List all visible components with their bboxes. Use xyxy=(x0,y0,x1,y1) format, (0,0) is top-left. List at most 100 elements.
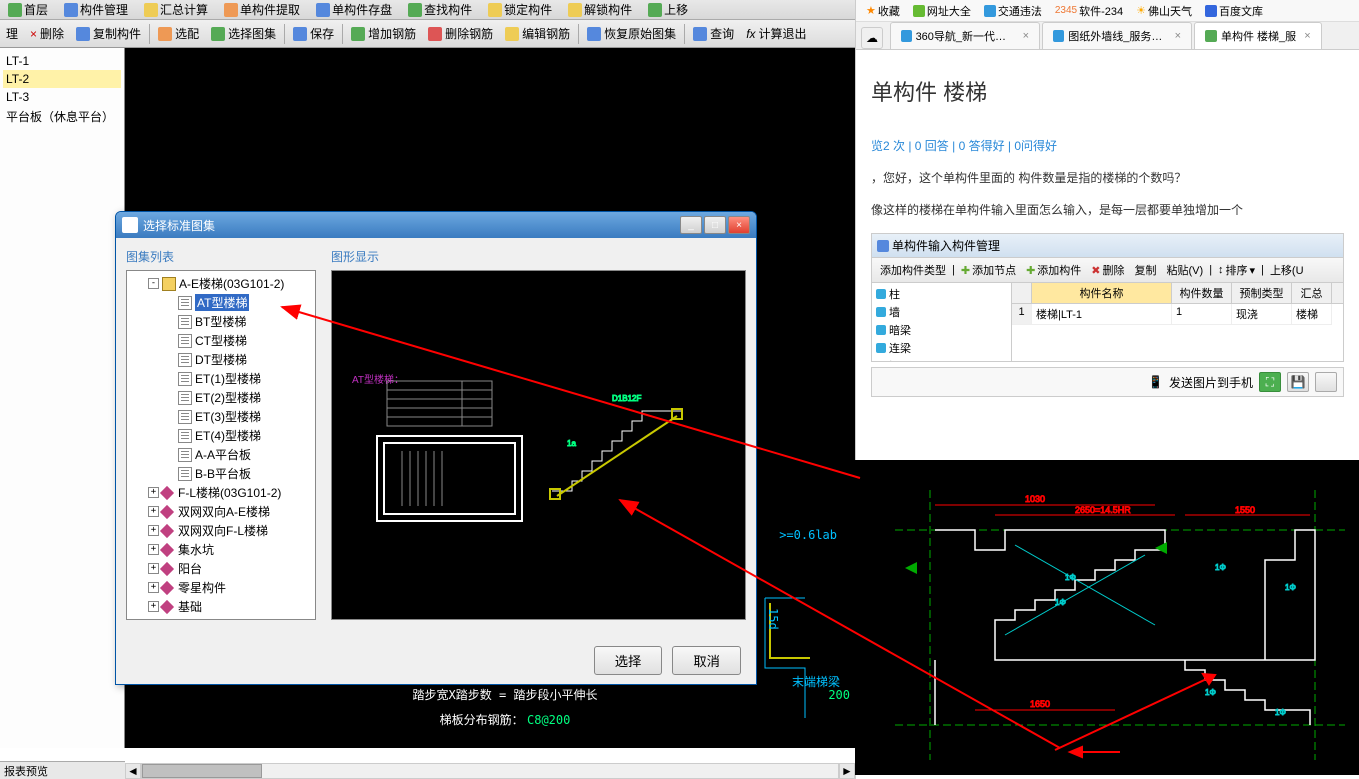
tree-leaf[interactable]: BT型楼梯 xyxy=(130,312,312,331)
list-item[interactable]: LT-3 xyxy=(3,88,121,106)
menu-single-save[interactable]: 单构件存盘 xyxy=(308,1,400,18)
menu-lock[interactable]: 锁定构件 xyxy=(480,1,560,18)
list-item[interactable]: 平台板（休息平台） xyxy=(3,106,121,127)
dialog-titlebar[interactable]: 选择标准图集 _ □ × xyxy=(116,212,756,238)
mini-add-type[interactable]: 添加构件类型 xyxy=(876,261,950,279)
browser-tab[interactable]: 360导航_新一代安全上× xyxy=(890,22,1040,49)
tree-group[interactable]: +基础 xyxy=(130,597,312,616)
tree-group[interactable]: +双网双向A-E楼梯 xyxy=(130,502,312,521)
fav-item[interactable]: ☀佛山天气 xyxy=(1131,3,1197,19)
diamond-icon xyxy=(160,542,174,556)
tb-save[interactable]: 保存 xyxy=(287,22,340,46)
more-button[interactable] xyxy=(1315,372,1337,392)
tb-manage[interactable]: 理 xyxy=(0,22,24,46)
tb-delete[interactable]: ×删除 xyxy=(24,22,70,46)
tab-close[interactable]: × xyxy=(1023,30,1029,42)
tree-leaf[interactable]: DT型楼梯 xyxy=(130,350,312,369)
table-row[interactable]: 1 楼梯|LT-1 1 现浇 楼梯 xyxy=(1012,304,1343,325)
mini-tree-item[interactable]: 墙 xyxy=(874,303,1009,321)
mini-paste[interactable]: 粘贴(V) xyxy=(1163,261,1208,279)
browser-tab[interactable]: 单构件 楼梯_服× xyxy=(1194,22,1322,49)
diamond-icon xyxy=(160,485,174,499)
tree-leaf[interactable]: ET(3)型楼梯 xyxy=(130,407,312,426)
fav-item[interactable]: 网址大全 xyxy=(908,3,976,19)
mini-tree-item[interactable]: 连梁 xyxy=(874,339,1009,357)
diamond-icon xyxy=(160,523,174,537)
tb-copy[interactable]: 复制构件 xyxy=(70,22,147,46)
tree-group[interactable]: +阳台 xyxy=(130,559,312,578)
page-icon xyxy=(178,296,192,310)
menu-component-mgr[interactable]: 构件管理 xyxy=(56,1,136,18)
home-button[interactable]: ☁ xyxy=(861,27,883,49)
preview-label: 图形显示 xyxy=(331,248,746,265)
save-button[interactable]: 💾 xyxy=(1287,372,1309,392)
tb-edit-rebar[interactable]: 编辑钢筋 xyxy=(499,22,576,46)
status-bar: 报表预览 xyxy=(0,761,125,779)
tree-leaf[interactable]: ET(2)型楼梯 xyxy=(130,388,312,407)
tree-leaf[interactable]: A-A平台板 xyxy=(130,445,312,464)
mini-add-node[interactable]: ✚添加节点 xyxy=(957,261,1020,279)
menu-find[interactable]: 查找构件 xyxy=(400,1,480,18)
list-item[interactable]: LT-2 xyxy=(3,70,121,88)
tree-leaf[interactable]: CT型楼梯 xyxy=(130,331,312,350)
svg-text:1550: 1550 xyxy=(1235,505,1255,515)
mini-delete[interactable]: ✖删除 xyxy=(1087,261,1128,279)
mini-tree-item[interactable]: 柱 xyxy=(874,285,1009,303)
tb-calc-exit[interactable]: fx计算退出 xyxy=(740,22,812,46)
menu-unlock[interactable]: 解锁构件 xyxy=(560,1,640,18)
mini-copy[interactable]: 复制 xyxy=(1131,261,1161,279)
dialog-cancel-button[interactable]: 取消 xyxy=(672,646,741,675)
tb-del-rebar[interactable]: 删除钢筋 xyxy=(422,22,499,46)
tree-leaf[interactable]: AT型楼梯 xyxy=(130,293,312,312)
tb-query[interactable]: 查询 xyxy=(687,22,740,46)
tree-leaf[interactable]: ET(4)型楼梯 xyxy=(130,426,312,445)
tab-close[interactable]: × xyxy=(1175,30,1181,42)
tab-close[interactable]: × xyxy=(1304,30,1310,42)
tree-group[interactable]: +现浇桩 xyxy=(130,616,312,620)
fav-item[interactable]: 交通违法 xyxy=(979,3,1047,19)
tree-group[interactable]: +F-L楼梯(03G101-2) xyxy=(130,483,312,502)
tree-leaf[interactable]: B-B平台板 xyxy=(130,464,312,483)
dialog-close[interactable]: × xyxy=(728,216,750,234)
atlas-dialog: 选择标准图集 _ □ × 图集列表 -A-E楼梯(03G101-2) AT型楼梯… xyxy=(115,211,757,685)
browser-tab[interactable]: 图纸外墙线_服务新干× xyxy=(1042,22,1192,49)
menu-single-extract[interactable]: 单构件提取 xyxy=(216,1,308,18)
grid-header xyxy=(1012,283,1032,303)
mini-add-comp[interactable]: ✚添加构件 xyxy=(1022,261,1085,279)
dialog-ok-button[interactable]: 选择 xyxy=(594,646,663,675)
mini-grid[interactable]: 构件名称 构件数量 预制类型 汇总 1 楼梯|LT-1 1 现浇 楼梯 xyxy=(1012,283,1343,361)
canvas-hscroll[interactable]: ◄ ► xyxy=(125,763,855,779)
mini-sort[interactable]: ↕排序▾ xyxy=(1214,261,1259,279)
tree-group[interactable]: +双网双向F-L楼梯 xyxy=(130,521,312,540)
tb-match[interactable]: 选配 xyxy=(152,22,205,46)
list-item[interactable]: LT-1 xyxy=(3,52,121,70)
cloud-icon: ☁ xyxy=(866,31,878,45)
menu-layer[interactable]: 首层 xyxy=(0,1,56,18)
fav-item[interactable]: ★收藏 xyxy=(861,3,905,19)
send-to-phone-label[interactable]: 发送图片到手机 xyxy=(1169,374,1253,391)
menu-moveup[interactable]: 上移 xyxy=(640,1,696,18)
traffic-icon xyxy=(984,5,996,17)
mini-tree-item[interactable]: 梁 xyxy=(874,357,1009,361)
page-icon xyxy=(178,467,192,481)
tree-group[interactable]: +集水坑 xyxy=(130,540,312,559)
tree-leaf[interactable]: ET(1)型楼梯 xyxy=(130,369,312,388)
tab-icon xyxy=(1053,30,1064,42)
tb-restore[interactable]: 恢复原始图集 xyxy=(581,22,682,46)
menu-summary[interactable]: 汇总计算 xyxy=(136,1,216,18)
tb-select-atlas[interactable]: 选择图集 xyxy=(205,22,282,46)
expand-button[interactable]: ⛶ xyxy=(1259,372,1281,392)
tree-root[interactable]: -A-E楼梯(03G101-2) xyxy=(130,274,312,293)
bottom-cad-view[interactable]: 1030 2650=14.5HR 1550 1650 1Φ 1Φ 1Φ1Φ 1Φ… xyxy=(855,460,1359,775)
atlas-tree[interactable]: -A-E楼梯(03G101-2) AT型楼梯BT型楼梯CT型楼梯DT型楼梯ET(… xyxy=(126,270,316,620)
tree-group[interactable]: +零星构件 xyxy=(130,578,312,597)
svg-text:1030: 1030 xyxy=(1025,494,1045,504)
tb-add-rebar[interactable]: 增加钢筋 xyxy=(345,22,422,46)
mini-tree-item[interactable]: 暗梁 xyxy=(874,321,1009,339)
mini-tree[interactable]: 柱 墙 暗梁 连梁 梁 圈梁 xyxy=(872,283,1012,361)
mini-moveup[interactable]: 上移(U xyxy=(1266,261,1308,279)
fav-item[interactable]: 百度文库 xyxy=(1200,3,1268,19)
dialog-maximize[interactable]: □ xyxy=(704,216,726,234)
dialog-minimize[interactable]: _ xyxy=(680,216,702,234)
fav-item[interactable]: 2345软件-234 xyxy=(1050,3,1128,19)
